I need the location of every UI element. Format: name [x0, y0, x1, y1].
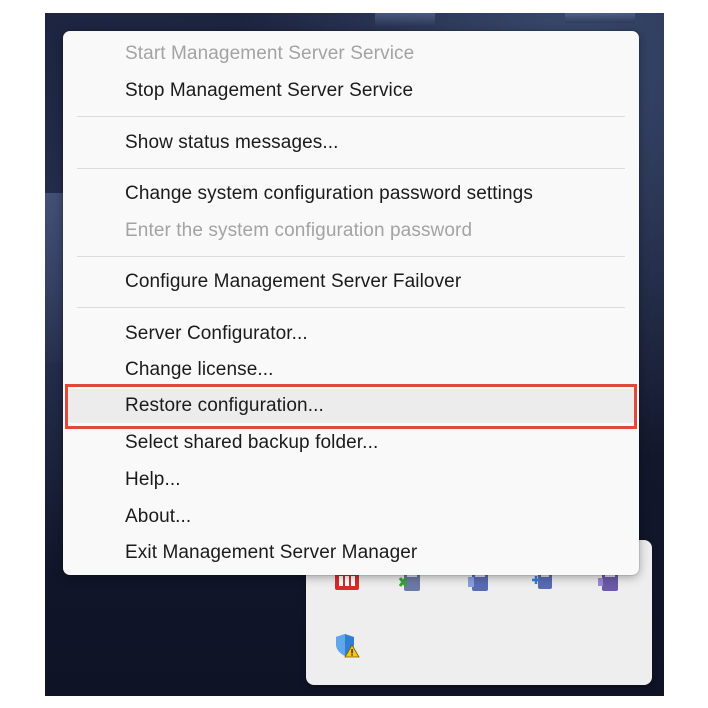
menu-item-change-password-settings[interactable]: Change system configuration password set…: [67, 177, 635, 211]
menu-item-stop-service[interactable]: Stop Management Server Service: [67, 74, 635, 108]
background-detail: [45, 193, 63, 363]
menu-item-start-service: Start Management Server Service: [125, 43, 415, 64]
menu-item-enter-password: Enter the system configuration password: [125, 220, 473, 241]
security-shield-warning-icon[interactable]: [334, 632, 360, 658]
menu-item-about[interactable]: About...: [67, 500, 635, 534]
menu-item-exit[interactable]: Exit Management Server Manager: [67, 536, 635, 570]
menu-item-help[interactable]: Help...: [67, 463, 635, 497]
menu-item-server-configurator[interactable]: Server Configurator...: [67, 317, 635, 351]
menu-item-show-status-messages[interactable]: Show status messages...: [67, 126, 635, 160]
menu-item-change-license[interactable]: Change license...: [67, 353, 635, 387]
menu-separator: [77, 116, 625, 117]
menu-separator: [77, 256, 625, 257]
menu-item-restore-configuration[interactable]: Restore configuration...: [67, 389, 635, 423]
context-menu: Start Management Server Service Stop Man…: [63, 31, 639, 575]
menu-separator: [77, 307, 625, 308]
menu-item-configure-failover[interactable]: Configure Management Server Failover: [67, 265, 635, 299]
background-detail: [565, 13, 635, 23]
menu-item-select-backup-folder[interactable]: Select shared backup folder...: [67, 426, 635, 460]
background-detail: [375, 13, 435, 27]
menu-separator: [77, 168, 625, 169]
